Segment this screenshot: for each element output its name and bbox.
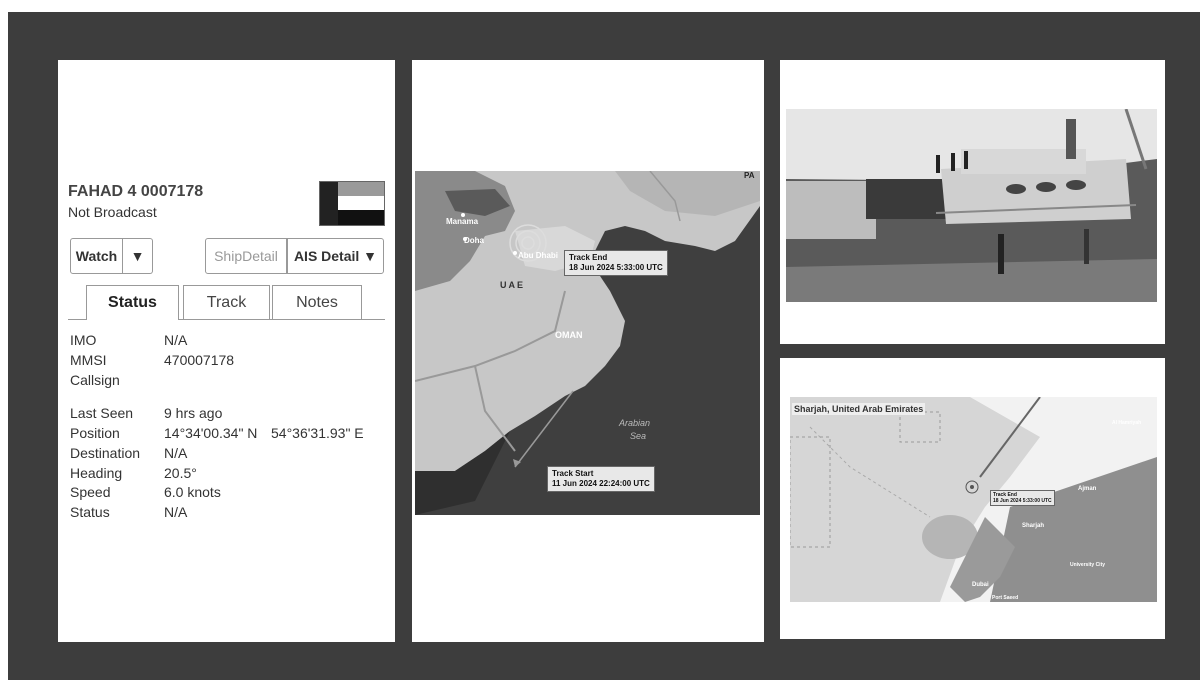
- vessel-photo-panel: [780, 60, 1165, 344]
- label-port-saeed: Port Saeed: [992, 595, 1019, 601]
- ais-detail-button[interactable]: AIS Detail ▼: [287, 238, 384, 274]
- port-track-end-callout[interactable]: Track End 18 Jun 2024 5:33:00 UTC: [990, 490, 1055, 506]
- track-end-callout[interactable]: Track End 18 Jun 2024 5:33:00 UTC: [564, 250, 668, 276]
- location-label: Sharjah, United Arab Emirates: [792, 403, 926, 415]
- broadcast-status: Not Broadcast: [68, 204, 157, 220]
- label-manama: Manama: [446, 217, 479, 226]
- label-arabian: Arabian: [619, 418, 651, 428]
- tab-notes[interactable]: Notes: [272, 285, 362, 319]
- label-doha: Doha: [464, 236, 484, 245]
- port-map-panel: Sharjah, United Arab Emirates Track End …: [780, 358, 1165, 639]
- watch-button[interactable]: Watch: [70, 238, 123, 274]
- label-sharjah: Sharjah: [1022, 523, 1045, 529]
- label-oman: OMAN: [555, 330, 583, 340]
- track-map-panel: Manama Doha Abu Dhabi UAE OMAN Arabian S…: [412, 60, 764, 642]
- tab-track[interactable]: Track: [183, 285, 270, 319]
- ship-detail-button[interactable]: ShipDetail: [205, 238, 287, 274]
- tab-bar: Status Track Notes: [68, 285, 385, 320]
- uae-flag-icon: [319, 181, 385, 226]
- label-ajman: Ajman: [1078, 486, 1097, 492]
- vessel-info-panel: FAHAD 4 0007178 Not Broadcast Watch ▼ Sh…: [58, 60, 395, 642]
- vessel-photo: [786, 109, 1157, 302]
- label-uae: UAE: [500, 280, 526, 290]
- label-sea: Sea: [630, 431, 647, 441]
- watch-dropdown-button[interactable]: ▼: [123, 238, 153, 274]
- label-pa: PA: [744, 171, 755, 180]
- vessel-name: FAHAD 4 0007178: [68, 183, 204, 200]
- label-university-city: University City: [1070, 562, 1106, 568]
- track-start-callout[interactable]: Track Start 11 Jun 2024 22:24:00 UTC: [547, 466, 655, 492]
- label-al-hamriyah: Al Hamriyah: [1112, 420, 1142, 426]
- port-map[interactable]: [790, 397, 1157, 602]
- label-dubai: Dubai: [972, 582, 989, 588]
- tab-status[interactable]: Status: [86, 285, 179, 320]
- label-abu-dhabi: Abu Dhabi: [518, 251, 558, 260]
